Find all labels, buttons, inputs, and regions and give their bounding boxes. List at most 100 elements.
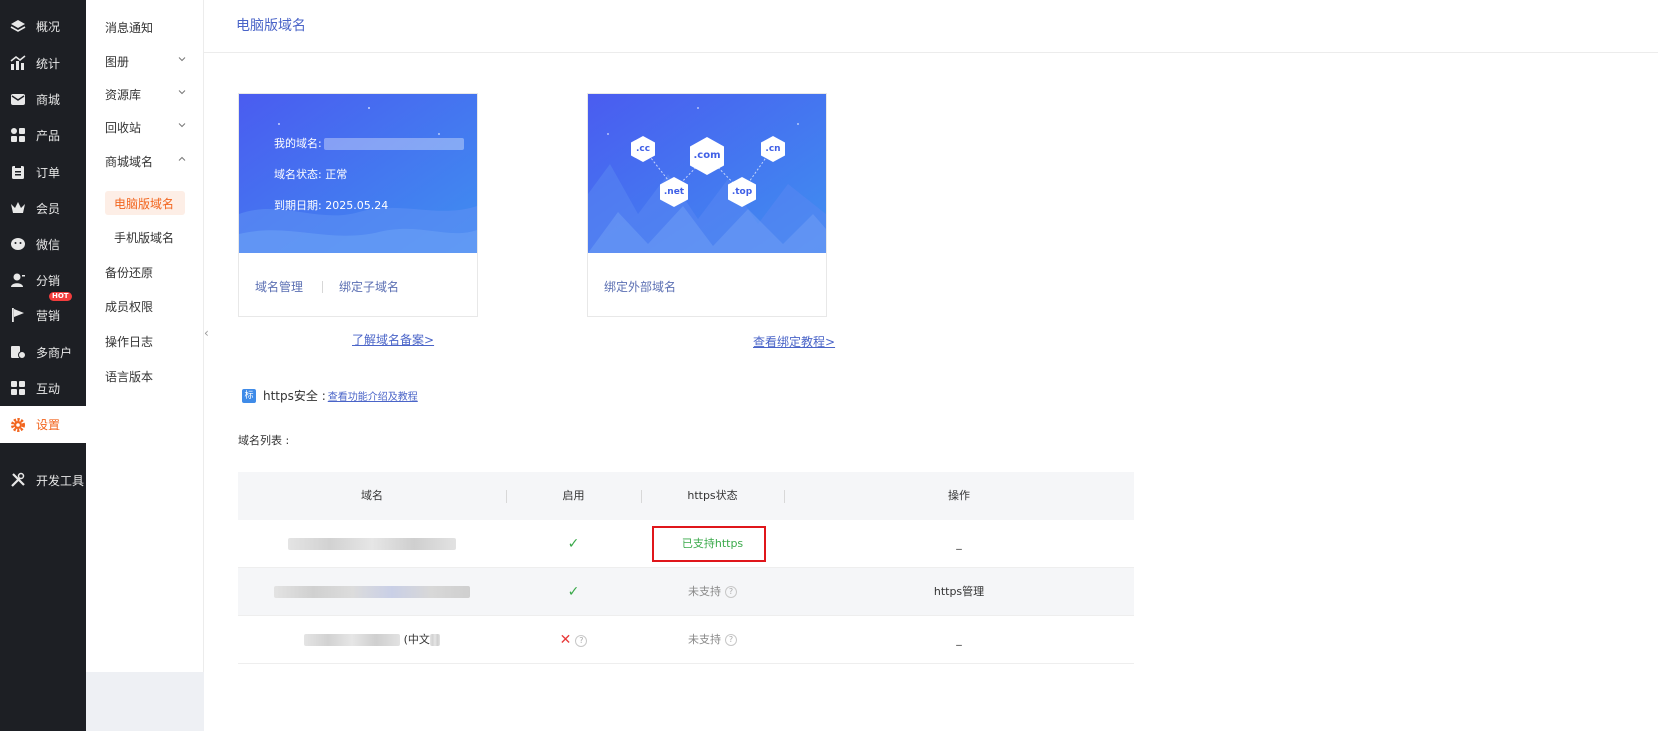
grid-icon — [10, 127, 26, 143]
wechat-icon — [10, 236, 26, 252]
status-label: 域名状态: — [274, 168, 322, 181]
domain-management-link[interactable]: 域名管理 — [255, 280, 303, 294]
clipboard-icon — [10, 164, 26, 180]
nav-label: 微信 — [36, 237, 61, 252]
nav-members[interactable]: 会员 — [0, 190, 86, 226]
nav-mall[interactable]: 商城 — [0, 81, 86, 117]
table-row: ✓ 未支持? https管理 — [238, 568, 1134, 616]
status-row: 域名状态: 正常 — [274, 166, 347, 182]
nav-products[interactable]: 产品 — [0, 117, 86, 153]
column-enabled: 启用 — [562, 489, 585, 502]
https-security-row: 标 https安全 : 查看功能介绍及教程 — [242, 387, 418, 404]
binding-tutorial-link[interactable]: 查看绑定教程> — [753, 333, 835, 350]
submenu-item-mobile-domain[interactable]: 手机版域名 — [105, 225, 185, 249]
external-domain-hero: .cc .com .cn .net .top — [588, 94, 826, 253]
submenu-label: 成员权限 — [105, 299, 154, 314]
submenu-label: 商城域名 — [105, 154, 154, 169]
expiry-row: 到期日期: 2025.05.24 — [274, 197, 388, 213]
card-actions: 域名管理 绑定子域名 — [255, 278, 399, 295]
help-icon[interactable]: ? — [575, 635, 588, 647]
nav-label: 商城 — [36, 92, 61, 107]
tld-label: .net — [663, 187, 685, 197]
submenu-footer-area — [86, 672, 204, 731]
domain-row: 我的域名: — [274, 135, 464, 151]
https-manage-link[interactable]: https管理 — [784, 568, 1134, 616]
submenu-item-pc-domain[interactable]: 电脑版域名 — [105, 191, 185, 215]
table-header: 域名 启用 https状态 操作 — [238, 472, 1134, 520]
bind-external-domain-link[interactable]: 绑定外部域名 — [604, 280, 676, 294]
submenu-item-resources[interactable]: 资源库 — [86, 80, 204, 108]
enabled-cell: ✓ — [567, 536, 580, 552]
nav-dev-tools[interactable]: 开发工具 — [0, 462, 86, 498]
submenu-label: 图册 — [105, 54, 130, 69]
flag-icon — [10, 307, 26, 323]
external-domain-card: .cc .com .cn .net .top 绑定外部域名 — [587, 93, 827, 317]
nav-label: 概况 — [36, 19, 61, 34]
submenu-item-album[interactable]: 图册 — [86, 47, 204, 75]
layers-icon — [10, 18, 26, 34]
submenu-item-permissions[interactable]: 成员权限 — [86, 292, 204, 320]
domain-cell — [238, 568, 506, 616]
table-row: (中文 ✕? 未支持? _ — [238, 616, 1134, 664]
column-https-status: https状态 — [687, 489, 738, 502]
nav-label: 分销 — [36, 273, 61, 288]
submenu-label: 消息通知 — [105, 20, 154, 35]
bind-subdomain-link[interactable]: 绑定子域名 — [339, 280, 399, 294]
nav-label: 统计 — [36, 56, 61, 71]
tld-label: .com — [693, 150, 721, 161]
nav-label: 产品 — [36, 128, 61, 143]
expiry-label: 到期日期: — [274, 199, 322, 212]
submenu-label: 回收站 — [105, 120, 142, 135]
nav-marketing[interactable]: 营销 HOT — [0, 292, 86, 333]
action-cell: _ — [956, 537, 962, 550]
help-icon[interactable]: ? — [725, 586, 737, 598]
domain-cell — [238, 520, 506, 568]
submenu-item-recycle-bin[interactable]: 回收站 — [86, 113, 204, 141]
expiry-value: 2025.05.24 — [325, 199, 389, 212]
page-header: 电脑版域名 — [204, 0, 1658, 53]
chevron-down-icon — [178, 90, 186, 95]
nav-settings[interactable]: 设置 — [0, 406, 86, 443]
nav-multi-merchant[interactable]: 多商户 — [0, 334, 86, 370]
nav-interaction[interactable]: 互动 — [0, 370, 86, 406]
domain-label: 我的域名: — [274, 137, 322, 150]
submenu-item-language[interactable]: 语言版本 — [86, 362, 204, 390]
card-actions: 绑定外部域名 — [604, 278, 676, 295]
submenu-label: 语言版本 — [105, 369, 154, 384]
nav-distribution[interactable]: 分销 — [0, 262, 86, 298]
https-tutorial-link[interactable]: 查看功能介绍及教程 — [328, 388, 418, 403]
submenu-label: 电脑版域名 — [114, 196, 175, 211]
submenu-item-backup[interactable]: 备份还原 — [86, 258, 204, 286]
column-actions: 操作 — [948, 489, 970, 502]
nav-orders[interactable]: 订单 — [0, 154, 86, 190]
nav-label: 开发工具 — [36, 473, 85, 488]
submenu-label: 备份还原 — [105, 265, 154, 280]
tag-icon: 标 — [242, 388, 256, 403]
submenu-item-notifications[interactable]: 消息通知 — [86, 13, 204, 41]
help-icon[interactable]: ? — [725, 634, 737, 646]
https-status-cell: 未支持? — [641, 568, 784, 616]
nav-label: 营销 — [36, 308, 61, 323]
my-domain-hero: 我的域名: 域名状态: 正常 到期日期: 2025.05.24 — [239, 94, 477, 253]
my-domain-card: 我的域名: 域名状态: 正常 到期日期: 2025.05.24 域名管理 绑定子域… — [238, 93, 478, 317]
submenu-label: 手机版域名 — [114, 230, 175, 245]
nav-overview[interactable]: 概况 — [0, 8, 86, 44]
nav-label: 设置 — [36, 418, 61, 432]
nav-label: 订单 — [36, 165, 61, 180]
submenu-item-mall-domain[interactable]: 商城域名 — [86, 147, 204, 175]
nav-wechat[interactable]: 微信 — [0, 226, 86, 262]
tools-icon — [10, 472, 26, 488]
https-label: https安全 : — [263, 389, 326, 403]
nav-stats[interactable]: 统计 — [0, 45, 86, 81]
apps-icon — [10, 380, 26, 396]
domain-filing-link[interactable]: 了解域名备案> — [352, 331, 434, 348]
submenu-item-logs[interactable]: 操作日志 — [86, 327, 204, 355]
domain-value-masked — [429, 634, 440, 646]
submenu-label: 资源库 — [105, 87, 142, 102]
domain-value-masked — [274, 586, 470, 598]
disabled-x-icon: ✕ — [559, 632, 572, 648]
settings-submenu: 消息通知 图册 资源库 回收站 商城域名 电脑版域名 手机版域名 备份还原 成员… — [86, 0, 204, 731]
highlight-box — [652, 526, 766, 562]
domain-cell: (中文 — [238, 616, 506, 664]
collapse-submenu-icon[interactable]: ‹ — [204, 326, 214, 340]
